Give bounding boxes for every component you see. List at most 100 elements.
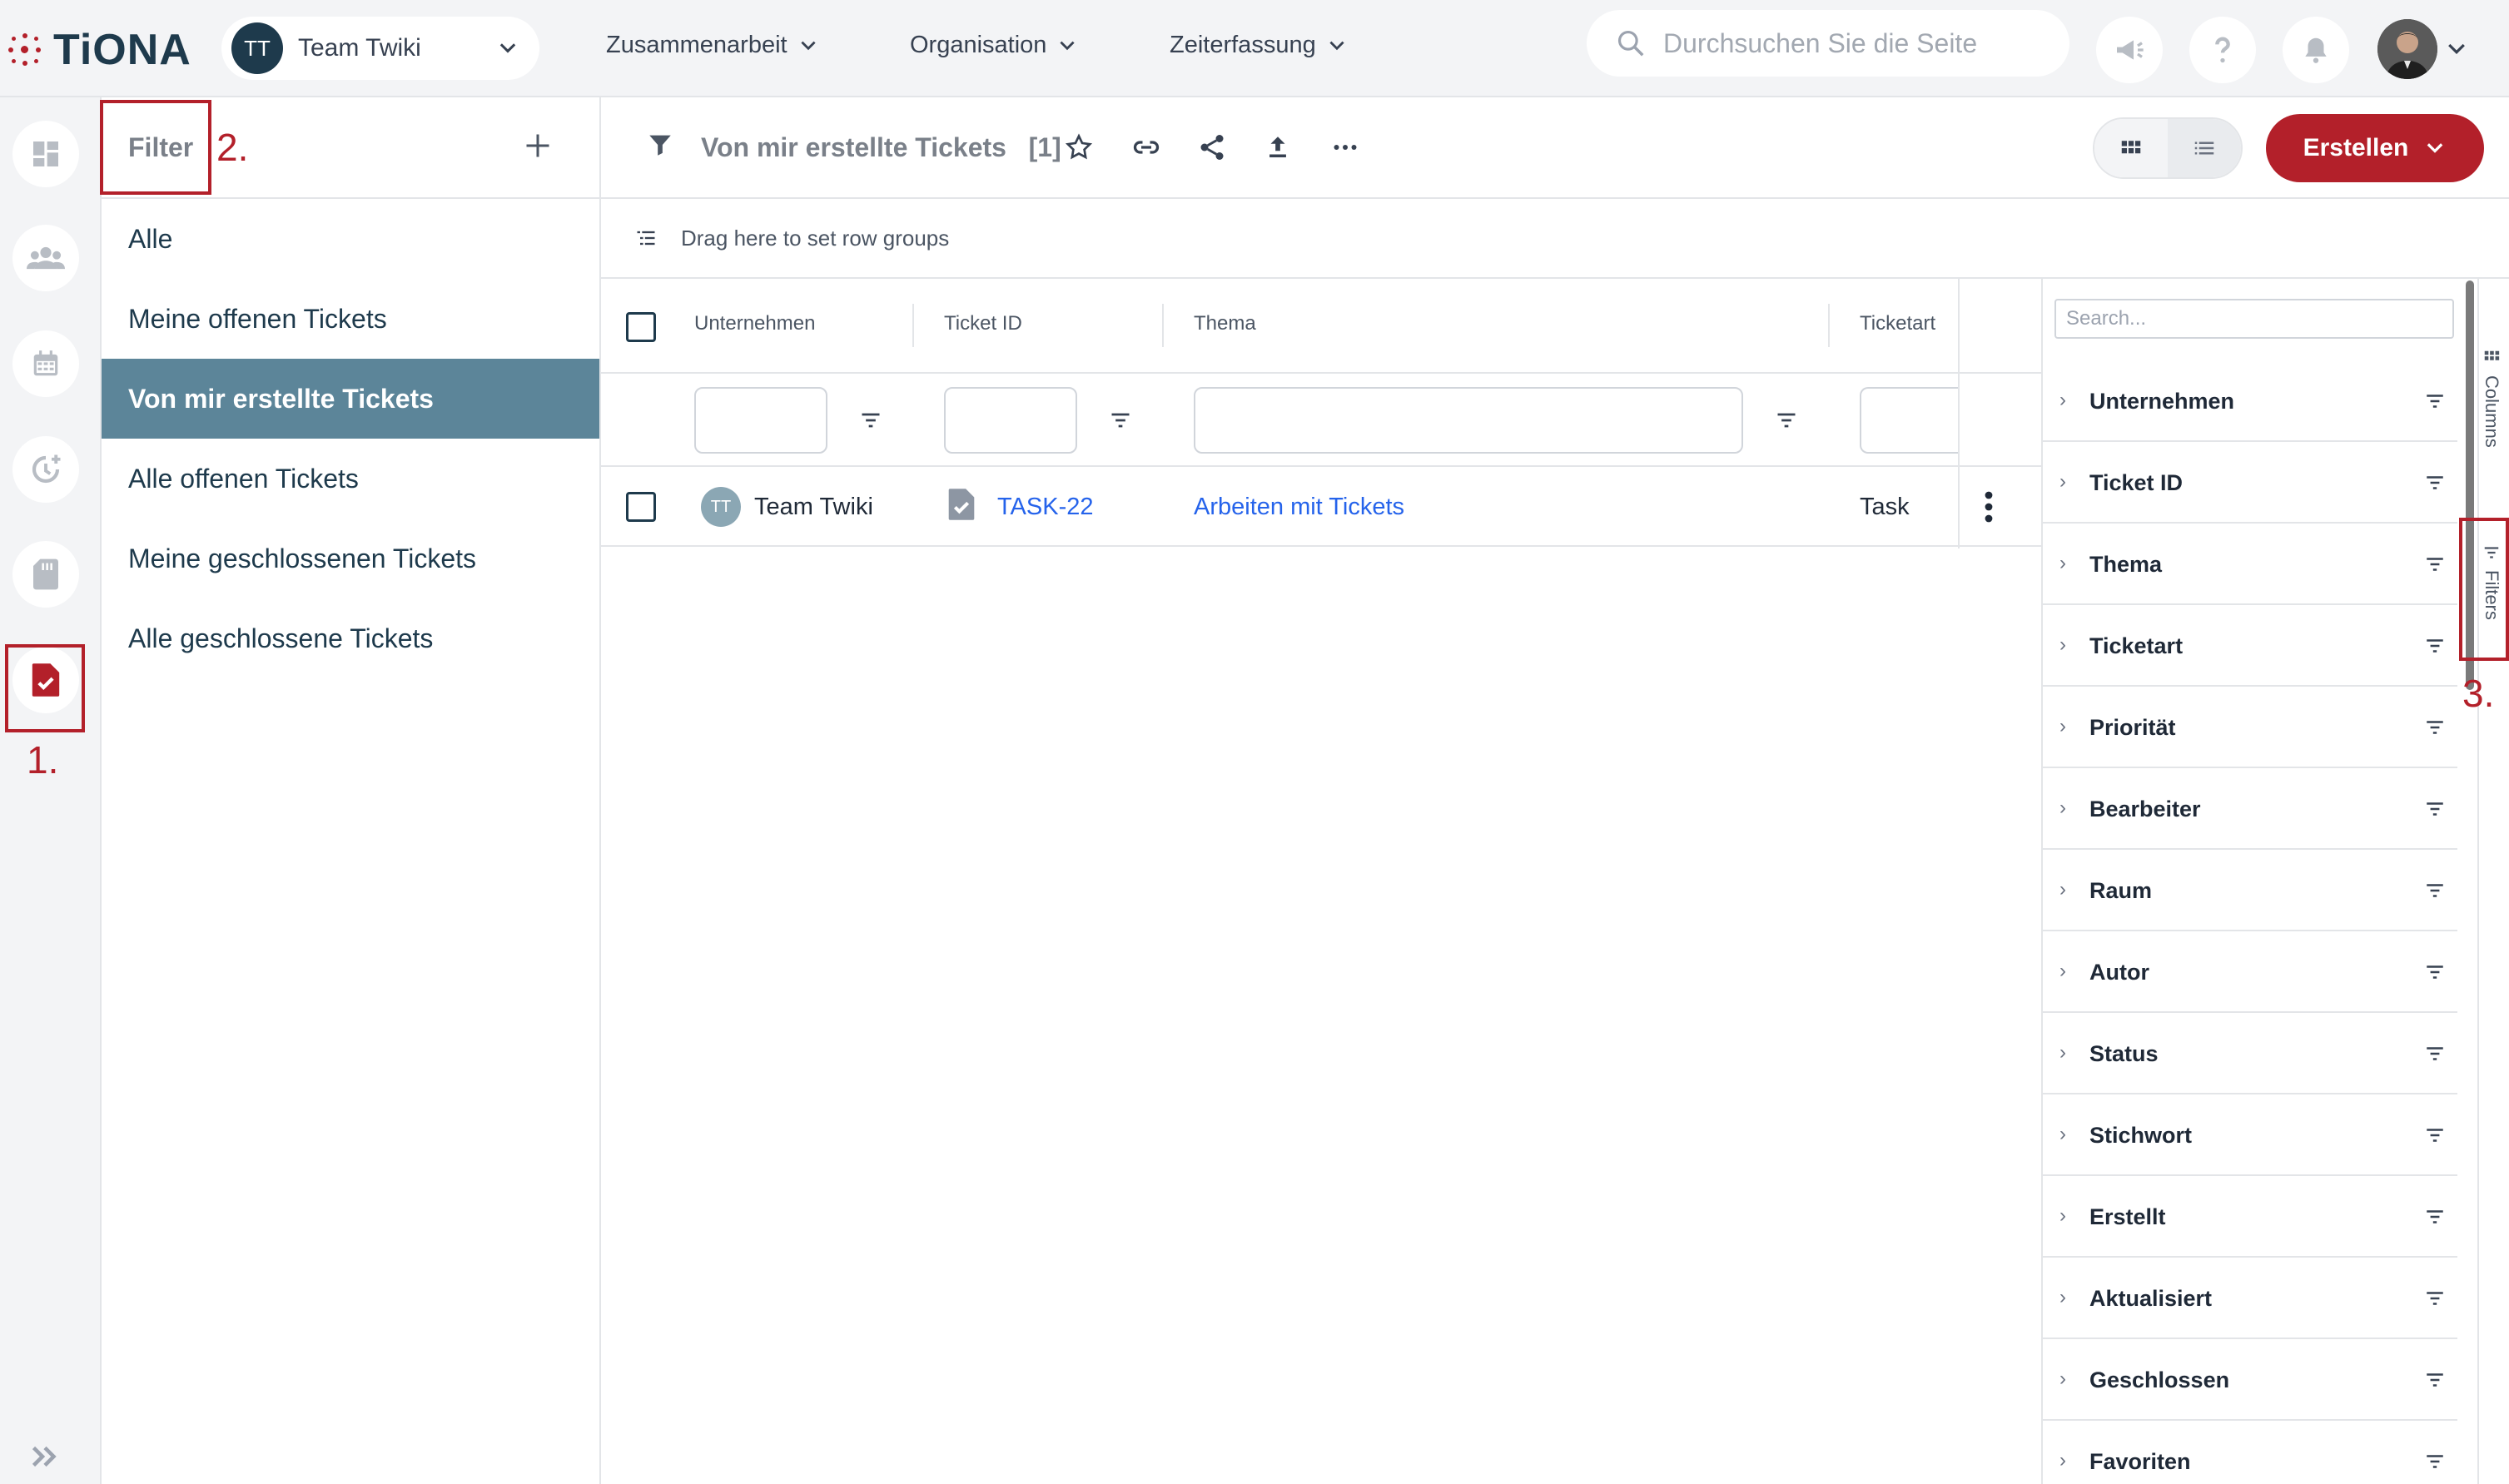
list-view-icon [2194, 141, 2214, 155]
tool-panel-field[interactable]: › Autor [2043, 931, 2457, 1013]
tiona-logo[interactable]: TiONA [8, 25, 191, 75]
filter-item-alle-geschlossene[interactable]: Alle geschlossene Tickets [102, 598, 599, 678]
tool-panel-field[interactable]: › Raum [2043, 850, 2457, 931]
more-options-icon[interactable] [1330, 132, 1360, 162]
filter-input-ticket-id[interactable] [944, 387, 1077, 454]
list-view-button[interactable] [2168, 119, 2241, 177]
tool-panel-field[interactable]: › Thema [2043, 524, 2457, 605]
cell-company: Team Twiki [754, 494, 873, 520]
tool-panel-field[interactable]: › Stichwort [2043, 1094, 2457, 1176]
link-icon[interactable] [1130, 132, 1162, 162]
nav-organisation[interactable]: Organisation [910, 32, 1078, 59]
filter-item-alle-offenen[interactable]: Alle offenen Tickets [102, 439, 599, 519]
select-all-checkbox[interactable] [626, 312, 656, 342]
global-search-input[interactable]: Durchsuchen Sie die Seite [1587, 10, 2069, 77]
filter-icon[interactable] [2424, 1208, 2446, 1226]
filter-item-alle[interactable]: Alle [102, 199, 599, 279]
column-header-ticketart[interactable]: Ticketart [1860, 312, 1935, 335]
annotation-box-1 [5, 644, 85, 732]
tool-panel-field[interactable]: › Priorität [2043, 687, 2457, 768]
filter-input-ticketart[interactable] [1860, 387, 1958, 454]
chevron-right-icon: › [2059, 1367, 2066, 1390]
tool-panel-search-input[interactable]: Search... [2054, 299, 2454, 339]
rail-documents-button[interactable] [12, 541, 79, 608]
filter-input-unternehmen[interactable] [694, 387, 827, 454]
tool-panel-field[interactable]: › Ticket ID [2043, 442, 2457, 524]
filter-icon[interactable] [2424, 963, 2446, 981]
tool-panel-field[interactable]: › Erstellt [2043, 1176, 2457, 1258]
filter-icon[interactable] [2424, 1452, 2446, 1471]
add-filter-icon[interactable] [523, 131, 553, 161]
filter-item-meine-geschlossenen[interactable]: Meine geschlossenen Tickets [102, 519, 599, 598]
row-checkbox[interactable] [626, 492, 656, 522]
star-icon[interactable] [1064, 132, 1094, 162]
pinned-column-divider [1958, 279, 1960, 548]
column-header-ticket-id[interactable]: Ticket ID [944, 312, 1022, 335]
filter-icon[interactable] [2424, 392, 2446, 410]
nav-zusammenarbeit[interactable]: Zusammenarbeit [606, 32, 819, 59]
annotation-label-3: 3. [2462, 672, 2495, 715]
filter-icon[interactable] [2424, 718, 2446, 737]
tool-panel-field[interactable]: › Ticketart [2043, 605, 2457, 687]
rail-team-button[interactable] [12, 225, 79, 291]
tool-panel-field[interactable]: › Bearbeiter [2043, 768, 2457, 850]
share-icon[interactable] [1197, 132, 1227, 162]
rail-calendar-button[interactable] [12, 330, 79, 397]
announcements-button[interactable] [2096, 17, 2163, 83]
tool-panel-field[interactable]: › Status [2043, 1013, 2457, 1094]
filter-item-meine-offenen[interactable]: Meine offenen Tickets [102, 279, 599, 359]
grid-tool-panel: Search... › Unternehmen › Ticket ID › Thema… [2041, 279, 2509, 1484]
column-divider[interactable] [1828, 304, 1830, 347]
clock-add-icon [32, 454, 61, 484]
tab-columns[interactable]: Columns [2481, 349, 2502, 448]
filter-icon[interactable] [2424, 800, 2446, 818]
tickets-grid: Unternehmen Ticket ID Thema Ticketart TT… [601, 279, 2041, 1484]
grid-filter-row [601, 374, 2041, 467]
export-icon[interactable] [1264, 132, 1292, 162]
filter-icon[interactable] [2424, 1371, 2446, 1389]
filter-icon[interactable] [2424, 637, 2446, 655]
filter-panel: Filter Alle Meine offenen Tickets Von mi… [102, 97, 601, 1484]
tool-panel-field[interactable]: › Aktualisiert [2043, 1258, 2457, 1339]
table-row[interactable]: TT Team Twiki TASK-22 Arbeiten mit Ticke… [601, 467, 2041, 547]
user-avatar [2377, 19, 2437, 79]
cell-topic-link[interactable]: Arbeiten mit Tickets [1194, 494, 1404, 521]
filter-icon[interactable] [1109, 410, 1132, 430]
column-divider[interactable] [912, 304, 914, 347]
filter-input-thema[interactable] [1194, 387, 1743, 454]
rail-dashboard-button[interactable] [12, 121, 79, 187]
document-icon [33, 558, 58, 590]
create-button[interactable]: Erstellen [2266, 114, 2484, 182]
rail-time-button[interactable] [12, 436, 79, 503]
row-menu-icon[interactable] [1983, 490, 1995, 524]
grid-view-button[interactable] [2094, 119, 2168, 177]
nav-label: Zusammenarbeit [606, 32, 787, 58]
user-menu[interactable] [2377, 17, 2489, 82]
logo-text: TiONA [53, 26, 191, 74]
column-header-unternehmen[interactable]: Unternehmen [694, 312, 815, 335]
filter-icon[interactable] [2424, 474, 2446, 492]
filter-icon[interactable] [859, 410, 882, 430]
tool-panel-field[interactable]: › Geschlossen [2043, 1339, 2457, 1421]
help-button[interactable] [2189, 17, 2256, 83]
filter-icon[interactable] [2424, 1045, 2446, 1063]
team-selector[interactable]: TT Team Twiki [221, 17, 539, 80]
notifications-button[interactable] [2283, 17, 2349, 83]
filter-icon[interactable] [2424, 881, 2446, 900]
cell-ticket-id-link[interactable]: TASK-22 [997, 494, 1094, 521]
row-groups-dropzone[interactable]: Drag here to set row groups [601, 199, 2509, 279]
filter-item-von-mir-erstellt[interactable]: Von mir erstellte Tickets [102, 359, 599, 439]
nav-zeiterfassung[interactable]: Zeiterfassung [1170, 32, 1348, 59]
tool-panel-tabs: Columns Filters [2477, 279, 2509, 1484]
tool-panel-field[interactable]: › Unternehmen [2043, 360, 2457, 442]
filter-icon[interactable] [2424, 1126, 2446, 1144]
filter-icon[interactable] [2424, 555, 2446, 573]
column-header-thema[interactable]: Thema [1194, 312, 1256, 335]
chevron-down-icon [499, 43, 516, 53]
tool-panel-field[interactable]: › Favoriten [2043, 1421, 2457, 1484]
filter-icon[interactable] [1775, 410, 1798, 430]
field-label: Raum [2089, 878, 2153, 903]
column-divider[interactable] [1162, 304, 1164, 347]
filter-icon[interactable] [2424, 1289, 2446, 1308]
expand-sidebar-icon[interactable] [30, 1444, 60, 1469]
